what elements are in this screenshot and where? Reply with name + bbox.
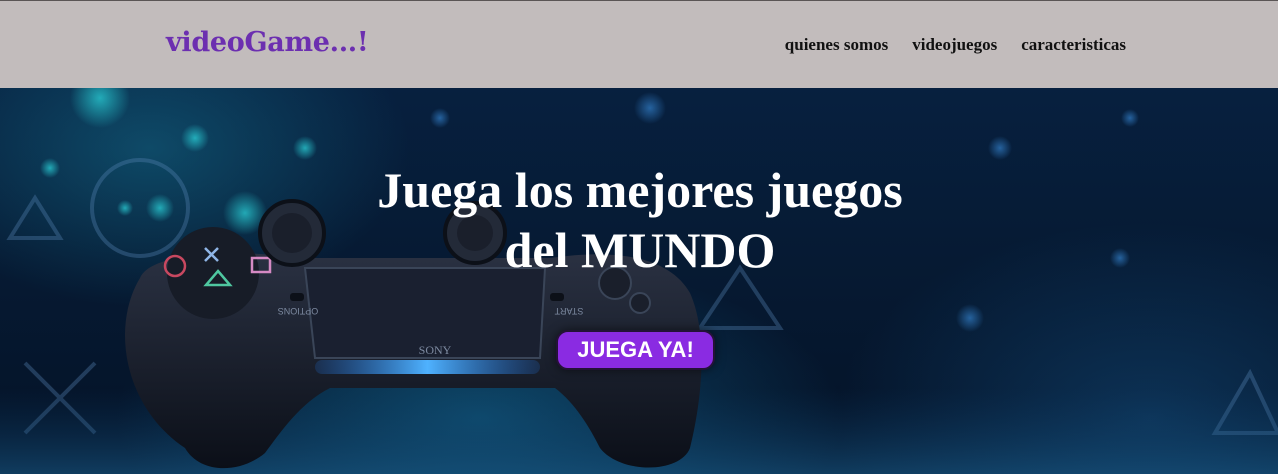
nav-links: quienes somos videojuegos caracteristica… [785, 35, 1126, 55]
nav-link-quienes-somos[interactable]: quienes somos [785, 35, 888, 55]
hero-title-line-2: del MUNDO [504, 222, 776, 278]
play-now-button[interactable]: JUEGA YA! [556, 330, 715, 370]
hero-title: Juega los mejores juegos del MUNDO [290, 160, 990, 280]
hero-section: OPTIONS START SONY Juega los mejores jue… [0, 88, 1278, 474]
sony-label: SONY [419, 343, 452, 357]
nav-link-videojuegos[interactable]: videojuegos [912, 35, 997, 55]
nav-link-caracteristicas[interactable]: caracteristicas [1021, 35, 1126, 55]
options-label: OPTIONS [278, 306, 319, 316]
hero-background-image: OPTIONS START SONY [0, 88, 1278, 474]
navbar: videoGame...! quienes somos videojuegos … [0, 0, 1278, 88]
start-label: START [554, 306, 583, 316]
brand-logo[interactable]: videoGame...! [166, 27, 369, 58]
hero-title-line-1: Juega los mejores juegos [377, 162, 903, 218]
